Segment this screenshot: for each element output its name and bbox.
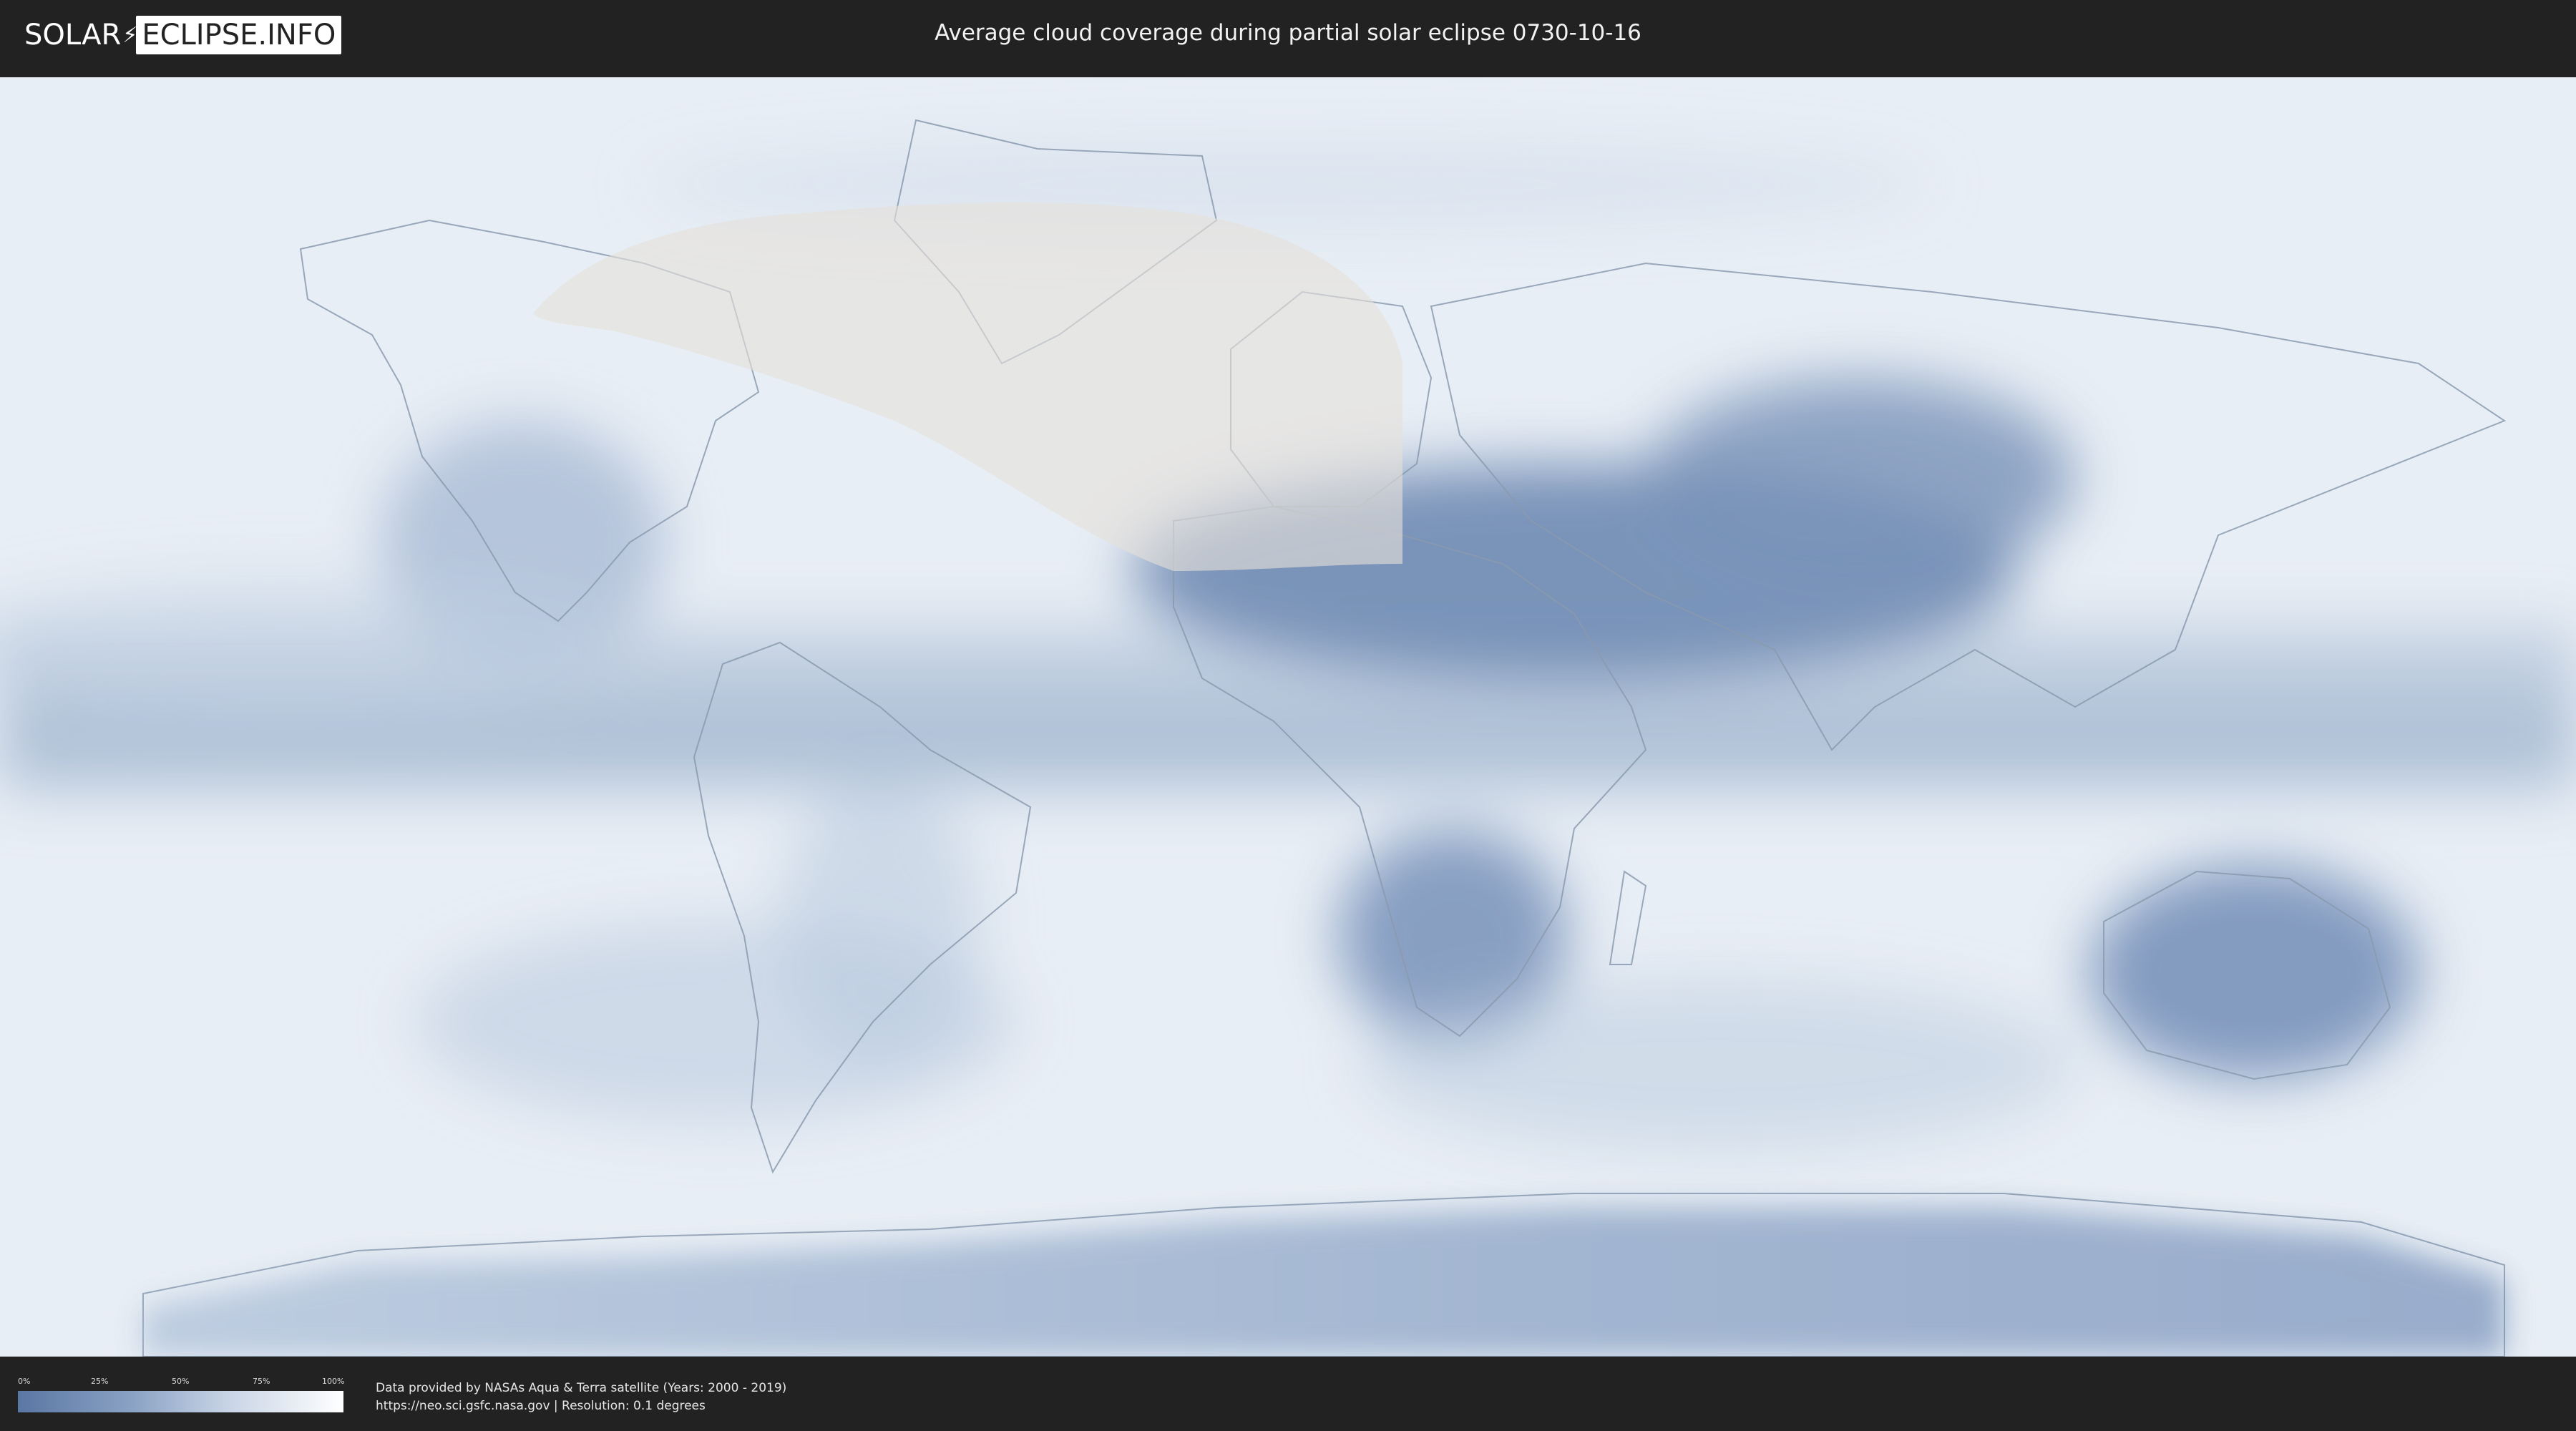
data-credits: Data provided by NASAs Aqua & Terra sate… [376,1379,786,1415]
legend-tick-75: 75% [253,1377,270,1386]
legend-tick-25: 25% [91,1377,109,1386]
page-title: Average cloud coverage during partial so… [935,20,1641,46]
legend-color-bar [18,1391,343,1412]
credit-line-url: https://neo.sci.gsfc.nasa.gov | Resoluti… [376,1399,706,1413]
cloud-coverage-legend: 0% 25% 50% 75% 100% [18,1377,345,1412]
credit-line-source: Data provided by NASAs Aqua & Terra sate… [376,1381,787,1395]
legend-tick-100: 100% [322,1377,345,1386]
world-map-svg [0,77,2576,1357]
legend-tick-50: 50% [172,1377,190,1386]
legend-ticks: 0% 25% 50% 75% 100% [18,1377,345,1391]
legend-tick-0: 0% [18,1377,31,1386]
header-bar: SOLAR ⚡ ECLIPSE.INFO Average cloud cover… [0,0,2576,72]
cloud-coverage-map[interactable] [0,77,2576,1357]
